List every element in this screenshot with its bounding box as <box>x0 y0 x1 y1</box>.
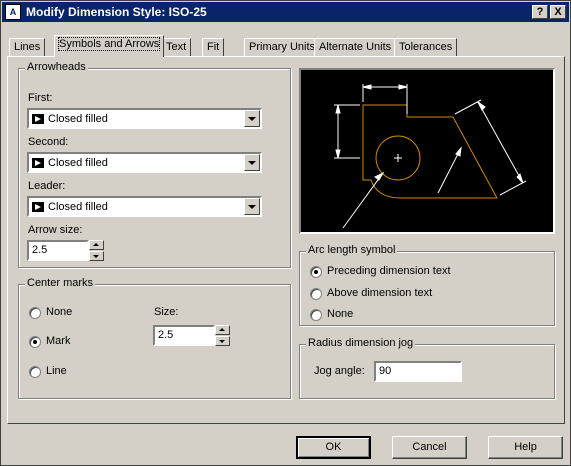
closed-filled-arrow-icon <box>32 202 44 212</box>
tab-fit[interactable]: Fit <box>202 38 225 56</box>
tab-primary-units[interactable]: Primary Units <box>244 38 321 56</box>
help-title-button[interactable]: ? <box>532 5 548 19</box>
second-label: Second: <box>28 136 69 148</box>
arrow-size-spinner[interactable]: 2.5 <box>27 240 105 261</box>
line-radio-label: Line <box>46 365 67 377</box>
center-marks-title: Center marks <box>25 277 96 289</box>
center-marks-group: Center marks None Mark Line Size: 2.5 <box>18 277 291 399</box>
question-mark-icon: ? <box>536 6 544 18</box>
closed-filled-arrow-icon <box>32 114 44 124</box>
title-bar: A Modify Dimension Style: ISO-25 ? X <box>2 2 569 22</box>
preview-drawing <box>334 84 527 229</box>
dialog-window: A Modify Dimension Style: ISO-25 ? X Lin… <box>0 0 571 466</box>
spin-up-icon[interactable] <box>89 240 104 250</box>
spin-up-icon[interactable] <box>215 325 230 335</box>
help-button[interactable]: Help <box>488 436 563 459</box>
dimension-preview <box>299 68 555 234</box>
first-label: First: <box>28 92 53 104</box>
closed-filled-arrow-icon <box>32 158 44 168</box>
jog-angle-input[interactable]: 90 <box>374 361 462 382</box>
tab-tolerances[interactable]: Tolerances <box>394 38 458 56</box>
spin-down-icon[interactable] <box>215 336 230 346</box>
center-size-input[interactable]: 2.5 <box>153 325 215 346</box>
radius-jog-title: Radius dimension jog <box>306 337 416 349</box>
arc-length-symbol-group: Arc length symbol Preceding dimension te… <box>299 244 555 326</box>
tab-text[interactable]: Text <box>161 38 192 56</box>
mark-radio[interactable] <box>29 336 41 348</box>
arrow-size-label: Arrow size: <box>28 224 83 236</box>
arrowheads-title: Arrowheads <box>25 61 88 73</box>
arc-length-title: Arc length symbol <box>306 244 398 256</box>
leader-label: Leader: <box>28 180 66 192</box>
tab-lines[interactable]: Lines <box>9 38 46 56</box>
line-radio[interactable] <box>29 366 41 378</box>
arrowheads-group: Arrowheads First: Closed filled Second: … <box>18 61 291 268</box>
tab-symbols-and-arrows[interactable]: Symbols and Arrows <box>54 35 165 57</box>
leader-arrowhead-dropdown[interactable]: Closed filled <box>27 196 262 217</box>
autocad-app-icon: A <box>5 4 21 20</box>
chevron-down-icon[interactable] <box>244 198 260 215</box>
first-arrowhead-dropdown[interactable]: Closed filled <box>27 108 262 129</box>
arrow-size-input[interactable]: 2.5 <box>27 240 89 261</box>
above-text-radio[interactable] <box>310 288 322 300</box>
arc-none-label: None <box>327 308 354 320</box>
arc-none-radio[interactable] <box>310 309 322 321</box>
tab-alternate-units[interactable]: Alternate Units <box>314 38 397 56</box>
spin-down-icon[interactable] <box>89 251 104 261</box>
close-button[interactable]: X <box>550 5 566 19</box>
center-size-spinner[interactable]: 2.5 <box>153 325 231 346</box>
preceding-text-label: Preceding dimension text <box>327 265 451 277</box>
second-arrowhead-dropdown[interactable]: Closed filled <box>27 152 262 173</box>
jog-angle-label: Jog angle: <box>314 365 365 377</box>
radius-jog-group: Radius dimension jog Jog angle: 90 <box>299 337 555 399</box>
ok-button[interactable]: OK <box>296 436 371 459</box>
chevron-down-icon[interactable] <box>244 110 260 127</box>
close-icon: X <box>554 6 562 18</box>
mark-radio-label: Mark <box>46 335 71 347</box>
none-radio-label: None <box>46 306 73 318</box>
size-label: Size: <box>154 306 179 318</box>
above-text-label: Above dimension text <box>327 287 433 299</box>
preview-part-outline <box>362 104 498 199</box>
window-title: Modify Dimension Style: ISO-25 <box>26 5 207 19</box>
chevron-down-icon[interactable] <box>244 154 260 171</box>
preceding-text-radio[interactable] <box>310 266 322 278</box>
cancel-button[interactable]: Cancel <box>392 436 467 459</box>
none-radio[interactable] <box>29 307 41 319</box>
